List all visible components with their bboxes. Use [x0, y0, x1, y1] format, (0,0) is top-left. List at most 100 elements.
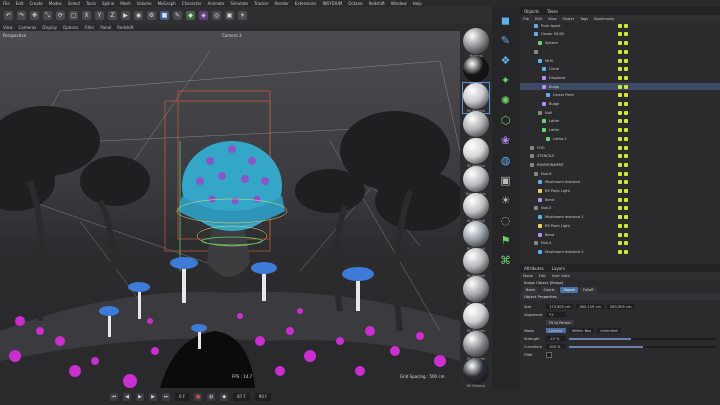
mograph-icon[interactable]: ⬡	[498, 113, 513, 128]
axis-x-icon[interactable]: X	[82, 11, 91, 20]
visibility-toggle[interactable]	[618, 128, 622, 133]
menu-tools[interactable]: Tools	[83, 1, 99, 6]
visibility-toggle[interactable]	[618, 154, 622, 159]
material-swatch[interactable]: RS Material	[462, 82, 490, 114]
select-tool-icon[interactable]: ▢	[69, 11, 78, 20]
undo-icon[interactable]: ↶	[4, 11, 13, 20]
visibility-toggle[interactable]	[618, 180, 622, 185]
render-toggle[interactable]	[624, 145, 628, 150]
viewport-menu-cameras[interactable]: Cameras	[16, 25, 40, 30]
om-menu-bookmarks[interactable]: Bookmarks	[591, 17, 617, 21]
menu-volume[interactable]: Volume	[134, 1, 155, 6]
keyframe-icon[interactable]: ◆	[220, 392, 229, 401]
render-toggle[interactable]	[624, 171, 628, 176]
fit-to-parent-button[interactable]: Fit to Parent	[546, 320, 574, 325]
pen-icon[interactable]: ✎	[498, 33, 513, 48]
viewport-menu-panel[interactable]: Panel	[97, 25, 114, 30]
strength-field[interactable]: -15 %	[546, 336, 566, 341]
subtab-object[interactable]: Object	[560, 286, 578, 293]
object-row[interactable]: Circle	[520, 66, 720, 74]
tab-takes[interactable]: Takes	[543, 9, 562, 14]
menu-select[interactable]: Select	[65, 1, 83, 6]
menu-help[interactable]: Help	[410, 1, 425, 6]
object-row[interactable]: Push Apart	[520, 22, 720, 30]
object-row[interactable]: Null.4	[520, 240, 720, 248]
om-menu-edit[interactable]: Edit	[532, 17, 545, 21]
object-row[interactable]: MUS	[520, 57, 720, 65]
menu-insydium[interactable]: INSYDIUM	[319, 1, 345, 6]
cloner-icon[interactable]: ✺	[498, 93, 513, 108]
visibility-toggle[interactable]	[618, 102, 622, 107]
mode-unlimited[interactable]: Unlimited	[597, 328, 621, 333]
curvature-slider[interactable]	[569, 345, 716, 348]
viewport-menu-view[interactable]: View	[0, 25, 16, 30]
visibility-toggle[interactable]	[618, 136, 622, 141]
visibility-toggle[interactable]	[618, 110, 622, 115]
light-bulb-icon[interactable]: ❖	[498, 53, 513, 68]
go-to-start-icon[interactable]: ⏮	[110, 392, 118, 401]
render-toggle[interactable]	[624, 23, 628, 28]
render-toggle[interactable]	[624, 49, 628, 54]
subtab-coord[interactable]: Coord.	[540, 286, 559, 293]
scale-tool-icon[interactable]: ⤡	[43, 11, 52, 20]
generator-icon[interactable]: ◆	[186, 11, 195, 20]
menu-file[interactable]: File	[0, 1, 13, 6]
menu-simulate[interactable]: Simulate	[227, 1, 251, 6]
object-row[interactable]: Mushroom Instance.1	[520, 213, 720, 221]
strength-slider[interactable]	[569, 337, 716, 340]
object-row[interactable]: FOG	[520, 144, 720, 152]
visibility-toggle[interactable]	[618, 23, 622, 28]
record-icon[interactable]: ●	[194, 392, 203, 401]
material-swatch[interactable]: Material	[463, 55, 489, 86]
visibility-toggle[interactable]	[618, 67, 622, 72]
object-row[interactable]: STENCILS	[520, 153, 720, 161]
visibility-toggle[interactable]	[618, 162, 622, 167]
menu-character[interactable]: Character	[179, 1, 205, 6]
render-toggle[interactable]	[624, 206, 628, 211]
deformer-icon[interactable]: ◈	[199, 11, 208, 20]
menu-octane[interactable]: Octane	[345, 1, 365, 6]
render-toggle[interactable]	[624, 241, 628, 246]
render-toggle[interactable]	[624, 154, 628, 159]
play-icon[interactable]: ▶	[136, 392, 144, 401]
material-swatch[interactable]: Dirtmap.skin	[463, 165, 489, 196]
visibility-toggle[interactable]	[618, 58, 622, 63]
render-toggle[interactable]	[624, 119, 628, 124]
object-row[interactable]: Bend	[520, 196, 720, 204]
object-row[interactable]: RS Point Light	[520, 187, 720, 195]
material-swatch[interactable]: RS Material	[463, 193, 489, 223]
material-swatch[interactable]: RS Material	[463, 275, 489, 306]
render-toggle[interactable]	[624, 180, 628, 185]
render-toggle[interactable]	[624, 84, 628, 89]
object-row[interactable]: Null.5	[520, 205, 720, 213]
axis-z-icon[interactable]: Z	[108, 11, 117, 20]
curvature-field[interactable]: 100 %	[546, 344, 566, 349]
menu-mesh[interactable]: Mesh	[117, 1, 134, 6]
attr-menu-edit[interactable]: Edit	[536, 274, 549, 278]
axis-y-icon[interactable]: Y	[95, 11, 104, 20]
render-toggle[interactable]	[624, 93, 628, 98]
viewport-menu-options[interactable]: Options	[60, 25, 81, 30]
material-swatch[interactable]: Material	[463, 28, 489, 58]
rotate-tool-icon[interactable]: ⟳	[56, 11, 65, 20]
render-toggle[interactable]	[624, 32, 628, 37]
visibility-toggle[interactable]	[618, 206, 622, 211]
menu-spline[interactable]: Spline	[99, 1, 117, 6]
menu-redshift[interactable]: Redshift	[366, 1, 388, 6]
render-toggle[interactable]	[624, 136, 628, 141]
visibility-toggle[interactable]	[618, 171, 622, 176]
visibility-toggle[interactable]	[618, 197, 622, 202]
visibility-toggle[interactable]	[618, 119, 622, 124]
go-to-end-icon[interactable]: ⏭	[162, 392, 170, 401]
visibility-toggle[interactable]	[618, 93, 622, 98]
visibility-toggle[interactable]	[618, 41, 622, 46]
object-row[interactable]: Null	[520, 109, 720, 117]
sky-icon[interactable]: ◌	[498, 213, 513, 228]
object-row[interactable]: Displacer	[520, 74, 720, 82]
size-z-field[interactable]: 283.905 cm	[606, 304, 635, 309]
camera-icon[interactable]: ▣	[498, 173, 513, 188]
attr-menu-user-data[interactable]: User Data	[549, 274, 573, 278]
material-swatch[interactable]: RS Material	[463, 248, 489, 278]
render-toggle[interactable]	[624, 67, 628, 72]
visibility-toggle[interactable]	[618, 232, 622, 237]
